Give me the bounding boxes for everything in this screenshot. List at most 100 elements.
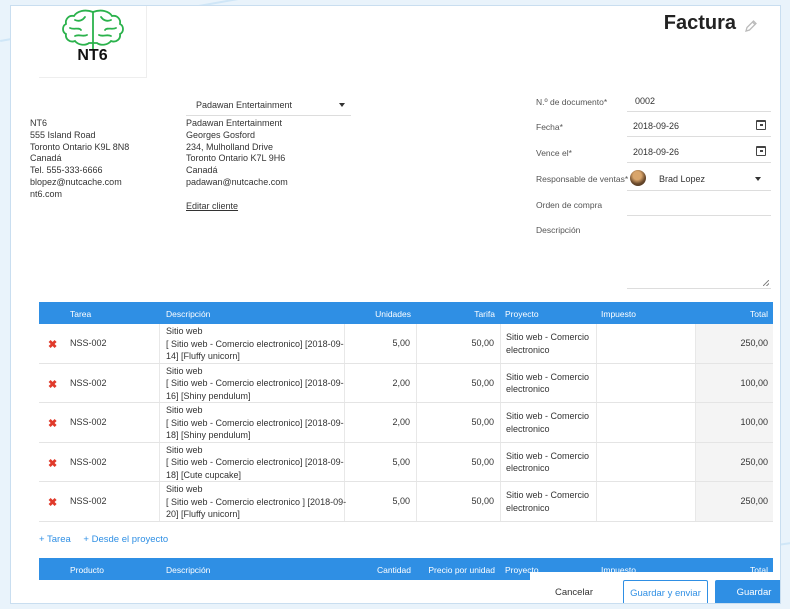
add-links: + Tarea + Desde el proyecto [39, 534, 178, 545]
save-button[interactable]: Guardar [715, 580, 780, 603]
description-line: 14] [Fluffy unicorn] [166, 351, 240, 361]
delete-icon[interactable]: ✖ [48, 338, 57, 351]
calendar-icon[interactable] [756, 120, 766, 130]
chevron-down-icon [339, 103, 345, 107]
description-line: [ Sitio web - Comercio electronico ] [20… [166, 496, 347, 507]
total-value: 100,00 [740, 417, 768, 428]
rate-value: 50,00 [471, 456, 494, 467]
delete-icon[interactable]: ✖ [48, 457, 57, 470]
units-cell[interactable]: 5,00 [345, 324, 417, 363]
table-row[interactable]: ✖ NSS-002 Sitio web[ Sitio web - Comercio … [39, 403, 773, 443]
row-delete-cell: ✖ [39, 324, 61, 363]
rate-value: 50,00 [471, 338, 494, 348]
delete-icon[interactable]: ✖ [48, 496, 57, 509]
project-cell[interactable]: Sitio web - Comercio electronico [501, 403, 597, 442]
total-cell: 100,00 [696, 363, 773, 403]
units-cell[interactable]: 2,00 [345, 403, 417, 442]
calendar-icon[interactable] [756, 146, 766, 156]
units-value: 5,00 [392, 456, 410, 467]
add-from-project-link[interactable]: + Desde el proyecto [83, 534, 168, 545]
project-line: Sitio web - Comercio [506, 411, 590, 422]
pencil-icon[interactable] [744, 19, 758, 33]
project-line: electronico [506, 384, 550, 395]
task-cell[interactable]: NSS-002 [61, 442, 160, 482]
total-cell: 100,00 [696, 403, 773, 442]
due-date-value: 2018-09-26 [633, 147, 680, 157]
po-field[interactable] [627, 194, 771, 216]
description-textarea[interactable] [627, 227, 771, 289]
project-cell[interactable]: Sitio web - Comercio electronico [501, 482, 597, 521]
company-logo[interactable]: NT6 [39, 6, 147, 78]
table-row[interactable]: ✖ NSS-002 Sitio web[ Sitio web - Comercio … [39, 324, 773, 364]
project-line: electronico [506, 344, 550, 355]
tax-cell[interactable] [597, 482, 696, 521]
tax-cell[interactable] [597, 442, 696, 482]
units-cell[interactable]: 5,00 [345, 442, 417, 482]
description-cell[interactable]: Sitio web[ Sitio web - Comercio electron… [160, 403, 345, 442]
add-task-link[interactable]: + Tarea [39, 534, 71, 545]
project-cell[interactable]: Sitio web - Comercio electronico [501, 324, 597, 363]
client-select[interactable]: Padawan Entertainment [186, 94, 351, 116]
total-value: 250,00 [740, 338, 768, 348]
date-field[interactable]: 2018-09-26 [627, 115, 771, 137]
cancel-button[interactable]: Cancelar [530, 580, 618, 603]
tax-cell[interactable] [597, 403, 696, 442]
total-cell: 250,00 [696, 482, 773, 521]
description-cell[interactable]: Sitio web[ Sitio web - Comercio electron… [160, 482, 347, 521]
col-project: Proyecto [505, 309, 539, 319]
task-cell[interactable]: NSS-002 [61, 403, 160, 442]
row-delete-cell: ✖ [39, 482, 61, 521]
rate-value: 50,00 [471, 496, 494, 507]
total-value: 100,00 [740, 377, 768, 388]
delete-icon[interactable]: ✖ [48, 417, 57, 430]
units-cell[interactable]: 5,00 [345, 482, 417, 521]
due-date-label: Vence el* [536, 148, 572, 158]
task-cell[interactable]: NSS-002 [61, 482, 160, 521]
company-street: 555 Island Road [30, 129, 96, 140]
sales-rep-select[interactable]: Brad Lopez [627, 167, 771, 191]
rate-cell[interactable]: 50,00 [417, 403, 501, 442]
description-cell[interactable]: Sitio web[ Sitio web - Comercio electron… [160, 363, 345, 403]
project-cell[interactable]: Sitio web - Comercio electronico [501, 442, 597, 482]
due-date-field[interactable]: 2018-09-26 [627, 141, 771, 163]
description-cell[interactable]: Sitio web[ Sitio web - Comercio electron… [160, 324, 345, 363]
col-unit-price: Precio por unidad [428, 565, 495, 575]
tax-cell[interactable] [597, 363, 696, 403]
description-line: [ Sitio web - Comercio electronico] [201… [166, 338, 344, 349]
date-value: 2018-09-26 [633, 121, 680, 131]
row-delete-cell: ✖ [39, 403, 61, 442]
rate-cell[interactable]: 50,00 [417, 442, 501, 482]
company-email: blopez@nutcache.com [30, 176, 122, 187]
description-line: Sitio web [166, 365, 203, 376]
col-description: Descripción [166, 565, 211, 575]
project-cell[interactable]: Sitio web - Comercio electronico [501, 363, 597, 403]
save-and-send-button[interactable]: Guardar y enviar [623, 580, 708, 603]
total-value: 250,00 [740, 456, 768, 467]
table-row[interactable]: ✖ NSS-002 Sitio web[ Sitio web - Comercio … [39, 363, 773, 404]
col-product: Producto [70, 565, 105, 575]
table-row[interactable]: ✖ NSS-002 Sitio web[ Sitio web - Comercio … [39, 442, 773, 483]
logo-text: NT6 [77, 47, 108, 64]
col-units: Unidades [375, 309, 411, 319]
col-tax: Impuesto [601, 309, 636, 319]
rate-cell[interactable]: 50,00 [417, 482, 501, 521]
delete-icon[interactable]: ✖ [48, 378, 57, 391]
table-row[interactable]: ✖ NSS-002 Sitio web[ Sitio web - Comercio … [39, 482, 773, 522]
description-line: 18] [Cute cupcake] [166, 469, 242, 480]
company-country: Canadá [30, 153, 62, 164]
doc-number-field[interactable]: 0002 [627, 90, 771, 112]
units-value: 5,00 [392, 338, 410, 348]
action-footer: Cancelar Guardar y enviar Guardar [530, 572, 780, 603]
edit-client-link[interactable]: Editar cliente [186, 201, 238, 211]
task-cell[interactable]: NSS-002 [61, 363, 160, 403]
rate-cell[interactable]: 50,00 [417, 363, 501, 403]
task-cell[interactable]: NSS-002 [61, 324, 160, 363]
description-line: 16] [Shiny pendulum] [166, 390, 251, 401]
project-line: electronico [506, 502, 550, 513]
rate-cell[interactable]: 50,00 [417, 324, 501, 363]
description-cell[interactable]: Sitio web[ Sitio web - Comercio electron… [160, 442, 345, 482]
project-line: electronico [506, 463, 550, 474]
units-cell[interactable]: 2,00 [345, 363, 417, 403]
tax-cell[interactable] [597, 324, 696, 363]
resize-handle[interactable] [763, 280, 769, 286]
